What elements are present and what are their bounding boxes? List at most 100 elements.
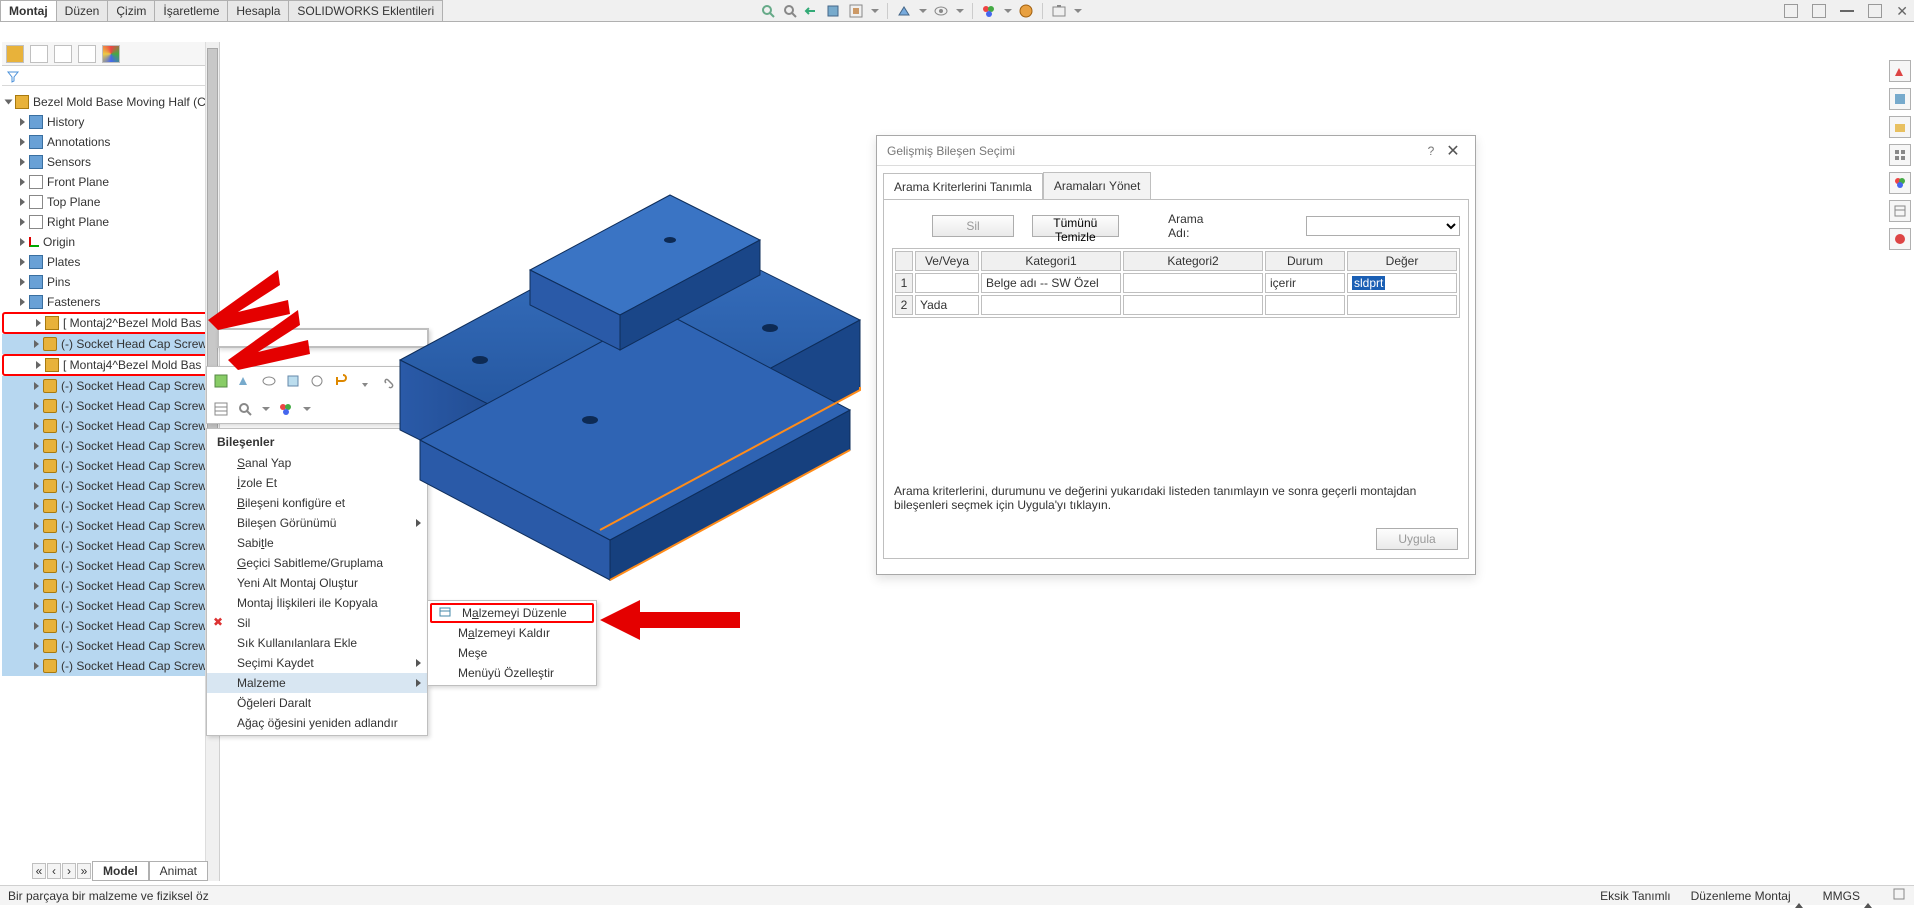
- appearance-dropdown-icon[interactable]: [278, 401, 294, 417]
- dropdown-caret-icon[interactable]: [919, 9, 927, 13]
- tree-item[interactable]: History: [2, 112, 219, 132]
- tree-item[interactable]: (-) Socket Head Cap Screw: [2, 376, 219, 396]
- section-view-icon[interactable]: [826, 3, 842, 19]
- dropdown-caret-icon[interactable]: [262, 407, 270, 411]
- ctx-item[interactable]: Seçimi Kaydet: [207, 653, 427, 673]
- tab-last-icon[interactable]: »: [77, 863, 91, 879]
- tree-item[interactable]: Right Plane: [2, 212, 219, 232]
- tree-item[interactable]: Fasteners: [2, 292, 219, 312]
- hide-icon[interactable]: [261, 373, 277, 389]
- tab-duzen[interactable]: Düzen: [56, 0, 109, 21]
- taskpane-forum[interactable]: [1889, 228, 1911, 250]
- display-style-icon[interactable]: [896, 3, 912, 19]
- tree-item[interactable]: (-) Socket Head Cap Screw: [2, 656, 219, 676]
- bom-icon[interactable]: [213, 401, 229, 417]
- dialog-close-icon[interactable]: ✕: [1441, 141, 1465, 161]
- dropdown-caret-icon[interactable]: [303, 407, 311, 411]
- tree-item[interactable]: Front Plane: [2, 172, 219, 192]
- tab-first-icon[interactable]: «: [32, 863, 46, 879]
- fm-config-tab[interactable]: [54, 45, 72, 63]
- tree-item[interactable]: (-) Socket Head Cap Screw: [2, 636, 219, 656]
- status-extra-icon[interactable]: [1892, 887, 1906, 904]
- edit-component-icon[interactable]: [213, 373, 229, 389]
- isolate-icon[interactable]: [309, 373, 325, 389]
- tab-prev-icon[interactable]: ‹: [47, 863, 61, 879]
- ctx-item[interactable]: Öğeleri Daralt: [207, 693, 427, 713]
- restore-child-icon[interactable]: [1784, 4, 1798, 18]
- tree-item[interactable]: (-) Socket Head Cap Screw: [2, 416, 219, 436]
- model-viewport[interactable]: [340, 60, 900, 600]
- taskpane-design-library[interactable]: [1889, 88, 1911, 110]
- restore-icon[interactable]: [1812, 4, 1826, 18]
- transparency-icon[interactable]: [285, 373, 301, 389]
- minimize-icon[interactable]: [1840, 10, 1854, 12]
- tree-item[interactable]: (-) Socket Head Cap Screw: [2, 556, 219, 576]
- taskpane-view-palette[interactable]: [1889, 144, 1911, 166]
- ctx-item[interactable]: Ağaç öğesini yeniden adlandır: [207, 713, 427, 733]
- tree-item[interactable]: Pins: [2, 272, 219, 292]
- zoom-fit-icon[interactable]: [760, 3, 776, 19]
- tree-item[interactable]: Top Plane: [2, 192, 219, 212]
- tab-sw-eklentileri[interactable]: SOLIDWORKS Eklentileri: [288, 0, 443, 21]
- search-name-dropdown[interactable]: [1306, 216, 1460, 236]
- tree-item[interactable]: (-) Socket Head Cap Screw: [2, 436, 219, 456]
- tree-item[interactable]: Annotations: [2, 132, 219, 152]
- tree-item[interactable]: Origin: [2, 232, 219, 252]
- dropdown-caret-icon[interactable]: [1074, 9, 1082, 13]
- ctx-item[interactable]: Sil✖: [207, 613, 427, 633]
- apply-button[interactable]: Uygula: [1376, 528, 1458, 550]
- status-units[interactable]: MMGS: [1823, 889, 1872, 903]
- close-icon[interactable]: ✕: [1896, 3, 1908, 20]
- fm-display-tab[interactable]: [102, 45, 120, 63]
- ctx-sub-item[interactable]: Menüyü Özelleştir: [428, 663, 596, 683]
- taskpane-resources[interactable]: [1889, 60, 1911, 82]
- tree-root[interactable]: Bezel Mold Base Moving Half (C[: [2, 92, 219, 112]
- tree-item[interactable]: (-) Socket Head Cap Screw: [2, 496, 219, 516]
- ctx-sub-item[interactable]: Meşe: [428, 643, 596, 663]
- dropdown-caret-icon[interactable]: [956, 9, 964, 13]
- view-settings-icon[interactable]: [848, 3, 864, 19]
- fm-dimx-tab[interactable]: [78, 45, 96, 63]
- tree-item[interactable]: Sensors: [2, 152, 219, 172]
- dropdown-caret-icon[interactable]: [871, 9, 879, 13]
- fm-property-tab[interactable]: [30, 45, 48, 63]
- dialog-titlebar[interactable]: Gelişmiş Bileşen Seçimi ? ✕: [877, 136, 1475, 166]
- tab-hesapla[interactable]: Hesapla: [227, 0, 289, 21]
- tree-item[interactable]: (-) Socket Head Cap Screw: [2, 616, 219, 636]
- tree-item[interactable]: (-) Socket Head Cap Screw: [2, 576, 219, 596]
- tree-item[interactable]: (-) Socket Head Cap Screw: [2, 334, 219, 354]
- tree-item[interactable]: [ Montaj4^Bezel Mold Bas: [2, 354, 219, 376]
- tab-next-icon[interactable]: ›: [62, 863, 76, 879]
- tree-item[interactable]: (-) Socket Head Cap Screw: [2, 476, 219, 496]
- tab-cizim[interactable]: Çizim: [107, 0, 155, 21]
- ctx-sub-item[interactable]: Malzemeyi Kaldır: [428, 623, 596, 643]
- prev-view-icon[interactable]: [804, 3, 820, 19]
- taskpane-appearances[interactable]: [1889, 172, 1911, 194]
- filter-icon[interactable]: [6, 69, 20, 83]
- feature-tree[interactable]: Bezel Mold Base Moving Half (C[HistoryAn…: [2, 92, 219, 859]
- hide-show-icon[interactable]: [933, 3, 949, 19]
- tree-item[interactable]: (-) Socket Head Cap Screw: [2, 456, 219, 476]
- criteria-row[interactable]: 1Belge adı -- SW Özeliçerirsldprt: [895, 273, 1457, 293]
- tab-define-criteria[interactable]: Arama Kriterlerini Tanımla: [883, 173, 1043, 200]
- open-part-icon[interactable]: [237, 373, 253, 389]
- tree-item[interactable]: [ Montaj2^Bezel Mold Bas: [2, 312, 219, 334]
- screen-capture-icon[interactable]: [1051, 3, 1067, 19]
- clear-all-button[interactable]: Tümünü Temizle: [1032, 215, 1119, 237]
- fm-tree-tab[interactable]: [6, 45, 24, 63]
- dialog-help-icon[interactable]: ?: [1421, 144, 1441, 158]
- taskpane-file-explorer[interactable]: [1889, 116, 1911, 138]
- zoom-area-icon[interactable]: [782, 3, 798, 19]
- taskpane-custom-props[interactable]: [1889, 200, 1911, 222]
- tab-montaj[interactable]: Montaj: [0, 0, 57, 21]
- tree-item[interactable]: (-) Socket Head Cap Screw: [2, 396, 219, 416]
- criteria-row[interactable]: 2Yada: [895, 295, 1457, 315]
- zoom-selection-icon[interactable]: [237, 401, 253, 417]
- appearance-icon[interactable]: [981, 3, 997, 19]
- ctx-item[interactable]: Sık Kullanılanlara Ekle: [207, 633, 427, 653]
- criteria-grid[interactable]: Ve/Veya Kategori1 Kategori2 Durum Değer …: [892, 248, 1460, 318]
- delete-button[interactable]: Sil: [932, 215, 1014, 237]
- tab-model[interactable]: Model: [92, 861, 149, 881]
- tab-isaretleme[interactable]: İşaretleme: [154, 0, 228, 21]
- maximize-icon[interactable]: [1868, 4, 1882, 18]
